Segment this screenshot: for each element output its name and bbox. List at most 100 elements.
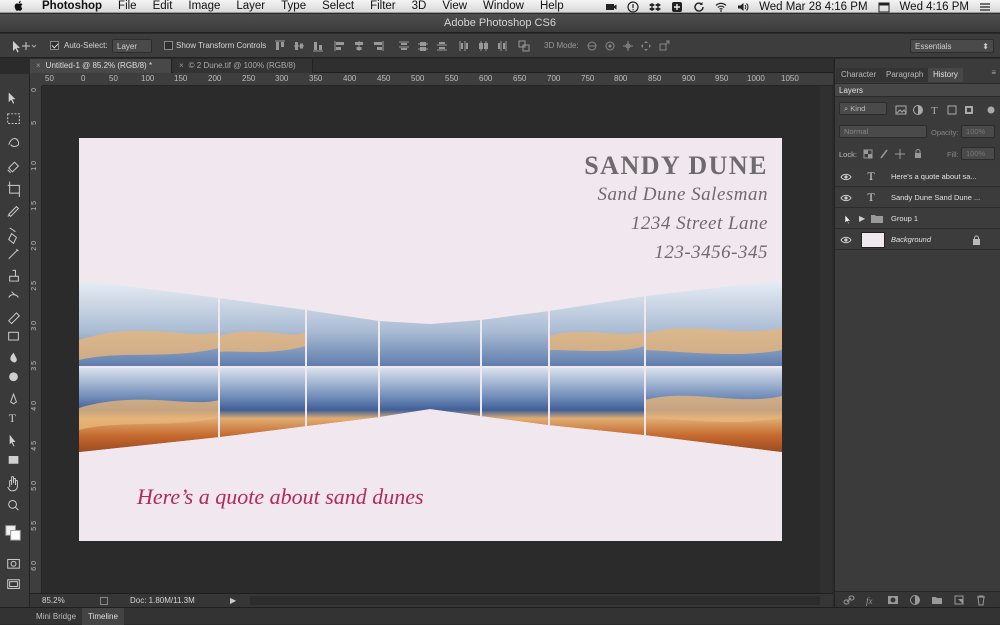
tab-paragraph[interactable]: Paragraph xyxy=(881,68,929,82)
list-menu-icon[interactable] xyxy=(979,1,991,13)
align-vcenter-icon[interactable] xyxy=(293,40,305,52)
layer-name[interactable]: Group 1 xyxy=(891,209,918,229)
eye-icon[interactable] xyxy=(840,193,852,203)
3d-slide-icon[interactable] xyxy=(640,40,652,52)
apple-logo-icon[interactable] xyxy=(13,0,25,12)
eye-icon[interactable] xyxy=(840,214,852,224)
align-hcenter-icon[interactable] xyxy=(353,40,365,52)
opacity-input[interactable]: 100% xyxy=(961,125,995,138)
close-icon[interactable]: × xyxy=(179,61,184,70)
vertical-ruler[interactable]: 0 5 1 0 1 5 2 0 2 5 3 0 3 5 4 0 4 5 5 0 … xyxy=(30,86,42,593)
new-group-icon[interactable] xyxy=(931,594,943,606)
filter-adjustment-icon[interactable] xyxy=(912,104,924,116)
distribute-right-icon[interactable] xyxy=(496,40,508,52)
3d-scale-icon[interactable] xyxy=(658,40,670,52)
3d-rotate-icon[interactable] xyxy=(586,40,598,52)
fill-input[interactable]: 100% xyxy=(961,147,995,160)
zoom-level[interactable]: 85.2% xyxy=(42,594,65,608)
align-left-icon[interactable] xyxy=(334,40,346,52)
canvas-area[interactable]: SANDY DUNE Sand Dune Salesman 1234 Stree… xyxy=(42,86,833,593)
align-top-icon[interactable] xyxy=(274,40,286,52)
horizontal-scrollbar[interactable] xyxy=(250,596,820,605)
tab-dune[interactable]: × © 2 Dune.tif @ 100% (RGB/8) xyxy=(173,59,313,73)
filter-shape-icon[interactable] xyxy=(946,104,958,116)
3d-pan-icon[interactable] xyxy=(622,40,634,52)
status-menu-arrow-icon[interactable]: ▶ xyxy=(230,594,236,608)
menu-type[interactable]: Type xyxy=(273,0,314,13)
tab-timeline[interactable]: Timeline xyxy=(82,608,124,625)
add-mask-icon[interactable] xyxy=(887,594,899,606)
fx-icon[interactable]: fx xyxy=(865,594,877,606)
menu-app-photoshop[interactable]: Photoshop xyxy=(34,0,110,13)
wifi-icon[interactable] xyxy=(715,1,727,13)
tab-character[interactable]: Character xyxy=(836,68,882,82)
align-right-icon[interactable] xyxy=(372,40,384,52)
camera-icon[interactable] xyxy=(605,1,617,13)
auto-select-dropdown[interactable]: Layer xyxy=(112,39,152,53)
business-card-canvas[interactable]: SANDY DUNE Sand Dune Salesman 1234 Stree… xyxy=(79,138,782,541)
card-title-text[interactable]: Sand Dune Salesman xyxy=(598,184,768,206)
auto-select-checkbox[interactable] xyxy=(50,39,62,53)
panel-menu-icon[interactable]: ≡ xyxy=(991,68,996,77)
layer-name[interactable]: Sandy Dune Sand Dune ... xyxy=(891,188,980,208)
lock-all-icon[interactable] xyxy=(912,148,924,160)
menu-image[interactable]: Image xyxy=(180,0,228,13)
blend-mode-dropdown[interactable]: Normal xyxy=(839,125,927,138)
new-layer-icon[interactable] xyxy=(953,594,965,606)
layer-row[interactable]: ▶ Group 1 xyxy=(835,209,1000,229)
layers-panel-title[interactable]: Layers xyxy=(839,84,863,98)
menubar-clock-primary[interactable]: Wed Mar 28 4:16 PM xyxy=(759,1,867,13)
link-layers-icon[interactable] xyxy=(843,594,855,606)
eye-icon[interactable] xyxy=(840,172,852,182)
vertical-scrollbar[interactable] xyxy=(820,86,832,593)
menu-file[interactable]: File xyxy=(110,0,145,13)
align-bottom-icon[interactable] xyxy=(312,40,324,52)
trash-icon[interactable] xyxy=(975,594,987,606)
menu-edit[interactable]: Edit xyxy=(145,0,181,13)
distribute-hcenter-icon[interactable] xyxy=(477,40,489,52)
distribute-top-icon[interactable] xyxy=(398,40,410,52)
card-quote-text[interactable]: Here’s a quote about sand dunes xyxy=(137,484,424,510)
menu-layer[interactable]: Layer xyxy=(228,0,273,13)
lock-move-icon[interactable] xyxy=(894,148,906,160)
lock-transparent-icon[interactable] xyxy=(862,148,874,160)
show-transform-checkbox[interactable] xyxy=(164,39,176,53)
workspace-dropdown[interactable]: Essentials ⬍ xyxy=(910,39,994,53)
layer-row[interactable]: Background xyxy=(835,230,1000,250)
menu-help[interactable]: Help xyxy=(532,0,572,13)
filter-smart-object-icon[interactable] xyxy=(963,104,975,116)
auto-align-icon[interactable] xyxy=(518,40,530,52)
filter-toggle-icon[interactable] xyxy=(985,104,997,116)
menu-window[interactable]: Window xyxy=(475,0,532,13)
menubar-clock-secondary[interactable]: Wed 4:16 PM xyxy=(900,1,969,13)
expand-triangle-icon[interactable]: ▶ xyxy=(859,214,865,223)
filter-type-icon[interactable]: T xyxy=(929,104,941,116)
distribute-left-icon[interactable] xyxy=(458,40,470,52)
horizontal-ruler[interactable]: 50 0 50 100 150 200 250 300 350 400 450 … xyxy=(42,73,833,86)
alert-icon[interactable] xyxy=(627,0,639,13)
menu-view[interactable]: View xyxy=(434,0,475,13)
tab-mini-bridge[interactable]: Mini Bridge xyxy=(30,608,82,625)
sync-icon[interactable] xyxy=(693,1,705,13)
dune-photo-band[interactable] xyxy=(79,280,782,455)
layer-name[interactable]: Here's a quote about sa... xyxy=(891,167,977,187)
lock-paint-icon[interactable] xyxy=(878,148,890,160)
move-tool-preset-icon[interactable] xyxy=(8,39,36,53)
close-icon[interactable]: × xyxy=(36,61,41,70)
layer-name[interactable]: Background xyxy=(891,230,931,250)
tab-untitled-1[interactable]: × Untitled-1 @ 85.2% (RGB/8) * xyxy=(30,59,172,73)
tab-history[interactable]: History xyxy=(928,68,963,82)
layer-filter-kind-dropdown[interactable]: ⌕ Kind xyxy=(839,102,887,115)
layer-row[interactable]: T Sandy Dune Sand Dune ... xyxy=(835,188,1000,208)
layer-row[interactable]: T Here's a quote about sa... xyxy=(835,167,1000,187)
volume-icon[interactable] xyxy=(737,1,749,13)
card-address-text[interactable]: 1234 Street Lane xyxy=(631,213,768,235)
adjustment-layer-icon[interactable] xyxy=(909,594,921,606)
menu-select[interactable]: Select xyxy=(314,0,362,13)
ruler-origin[interactable] xyxy=(30,73,42,86)
filter-pixel-icon[interactable] xyxy=(895,104,907,116)
calendar-icon[interactable] xyxy=(878,1,890,13)
status-export-icon[interactable] xyxy=(100,597,108,605)
3d-roll-icon[interactable] xyxy=(604,40,616,52)
menu-3d[interactable]: 3D xyxy=(404,0,435,13)
